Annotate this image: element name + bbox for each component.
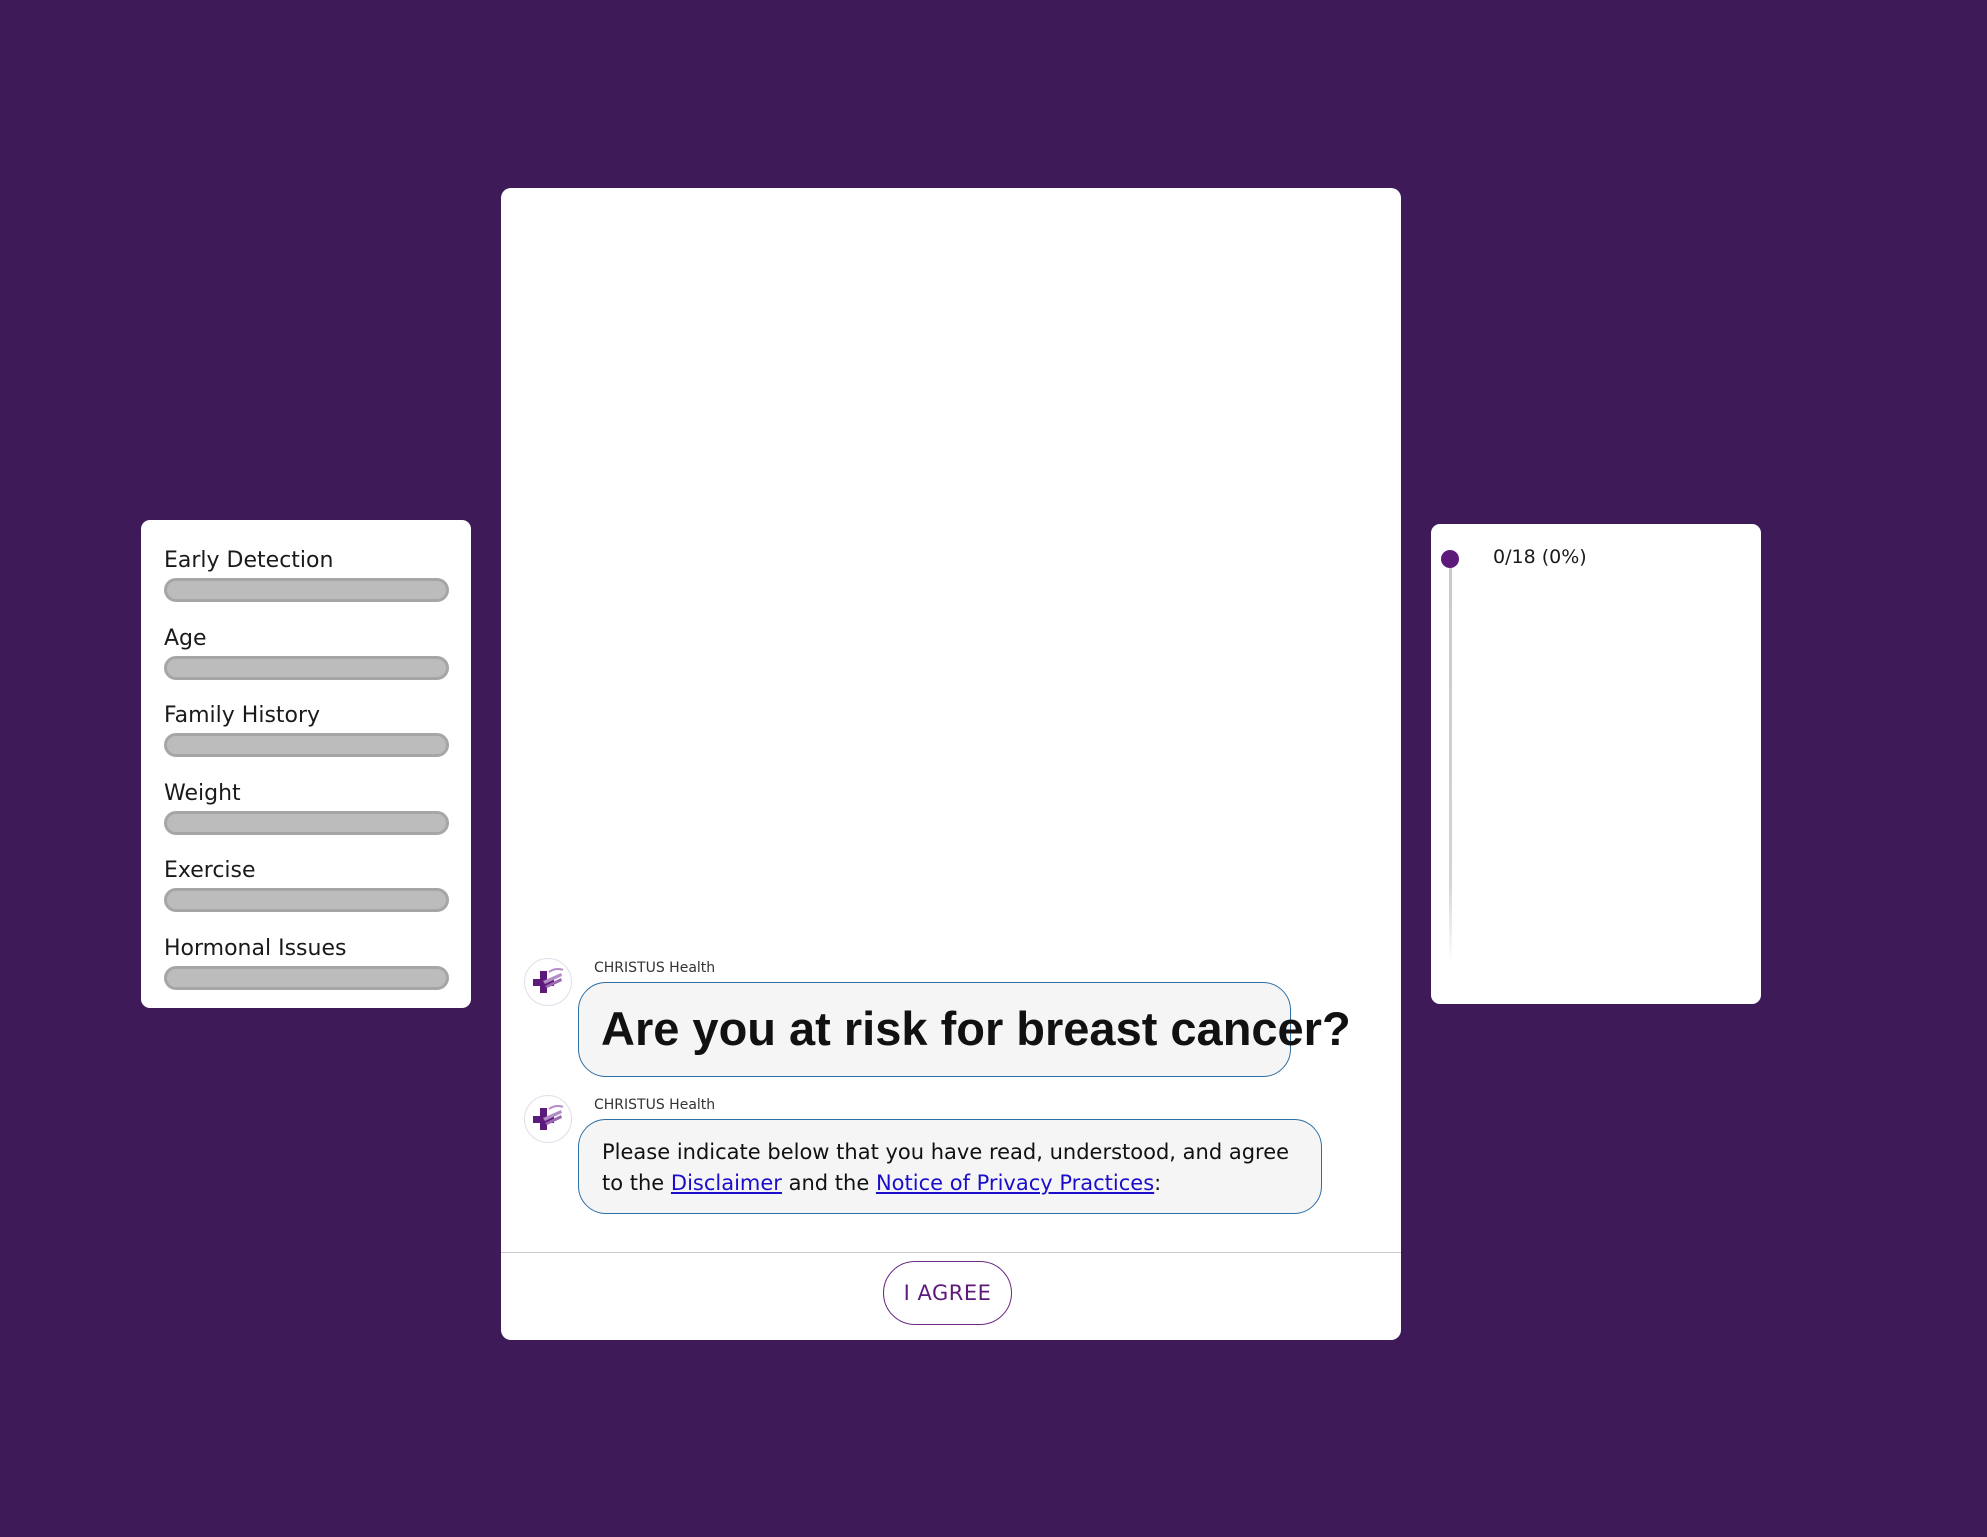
category-family-history: Family History: [164, 701, 449, 779]
question-progress-panel: 0/18 (0%): [1431, 524, 1761, 1004]
category-hormonal-issues: Hormonal Issues: [164, 934, 449, 1012]
chat-transcript[interactable]: CHRISTUS Health Are you at risk for brea…: [501, 188, 1401, 1252]
message-bubble: Please indicate below that you have read…: [578, 1119, 1322, 1214]
message-heading: Are you at risk for breast cancer?: [601, 1002, 1351, 1055]
christus-cross-logo-icon: [524, 958, 572, 1006]
progress-dot-icon: [1441, 550, 1459, 568]
category-label: Hormonal Issues: [164, 935, 347, 961]
category-exercise: Exercise: [164, 856, 449, 934]
category-early-detection: Early Detection: [164, 546, 449, 624]
category-age: Age: [164, 624, 449, 702]
message-bubble: Are you at risk for breast cancer?: [578, 982, 1351, 1077]
message-sender: CHRISTUS Health: [594, 960, 716, 976]
privacy-practices-link[interactable]: Notice of Privacy Practices: [876, 1171, 1154, 1195]
category-label: Family History: [164, 703, 321, 728]
disclaimer-link[interactable]: Disclaimer: [671, 1171, 782, 1195]
category-weight: Weight: [164, 779, 449, 857]
progress-track: [1449, 554, 1452, 964]
category-label: Age: [164, 625, 207, 651]
input-divider: [501, 1252, 1401, 1253]
message-text-middle: and the: [781, 1171, 876, 1195]
christus-cross-logo-icon: [524, 1095, 572, 1143]
category-label: Weight: [164, 780, 241, 806]
risk-categories-panel: Early Detection Age Family History Weigh…: [141, 520, 471, 1008]
chat-panel: CHRISTUS Health Are you at risk for brea…: [501, 188, 1401, 1340]
category-progress-bar: [164, 965, 449, 990]
category-progress-bar: [164, 655, 449, 680]
progress-count: 0/18 (0%): [1493, 546, 1587, 568]
message-text-after: :: [1154, 1171, 1162, 1195]
category-progress-bar: [164, 578, 449, 602]
category-progress-bar: [164, 733, 449, 757]
message-text: Please indicate below that you have read…: [579, 1120, 1321, 1199]
category-label: Exercise: [164, 858, 256, 883]
category-progress-bar: [164, 810, 449, 835]
i-agree-button[interactable]: I AGREE: [883, 1261, 1012, 1325]
category-progress-bar: [164, 888, 449, 912]
message-sender: CHRISTUS Health: [594, 1097, 716, 1113]
category-label: Early Detection: [164, 548, 334, 573]
